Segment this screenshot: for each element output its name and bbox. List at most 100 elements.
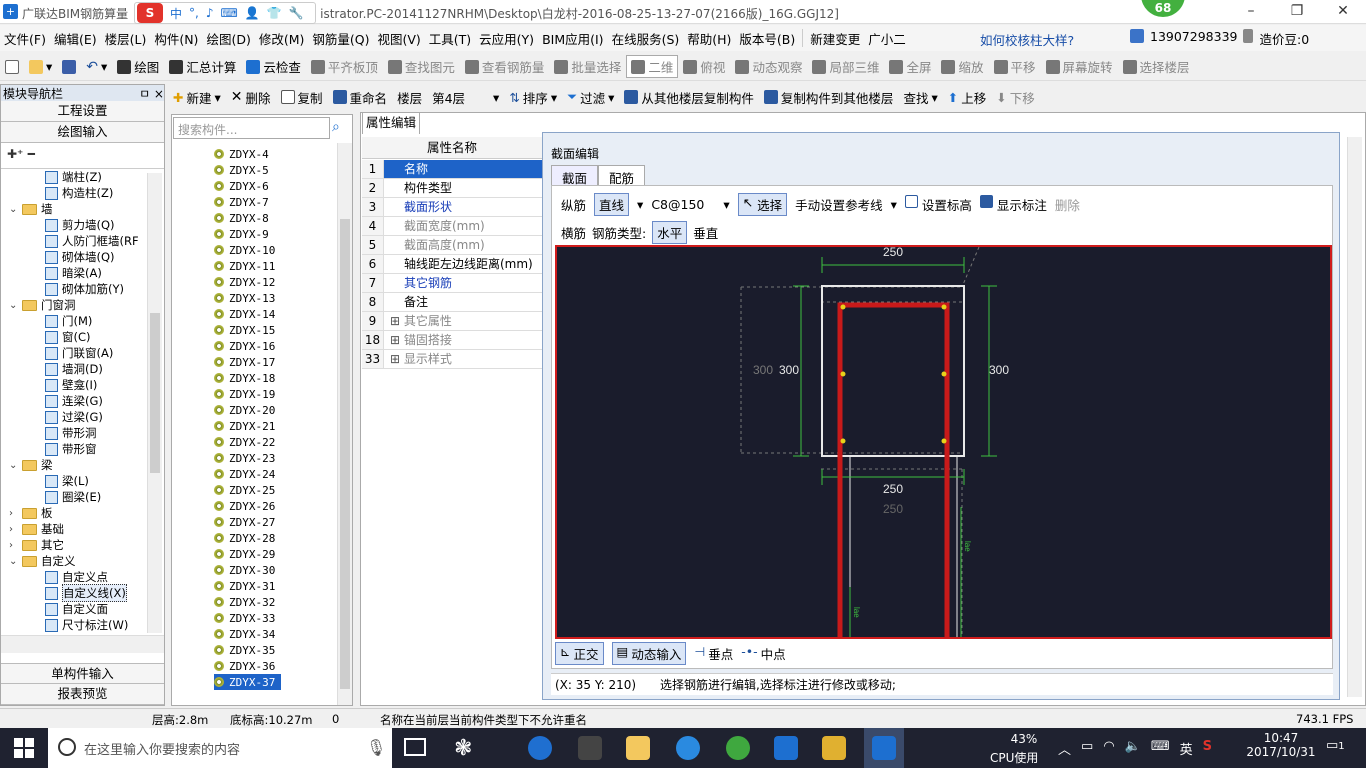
component-item[interactable]: ZDYX-15 [214, 322, 275, 338]
component-item[interactable]: ZDYX-23 [214, 450, 275, 466]
notes-icon[interactable] [822, 736, 846, 760]
dynamic-input-button[interactable]: ▤ 动态输入 [611, 642, 687, 665]
windows-start-icon[interactable] [14, 738, 34, 758]
tree-folder[interactable]: › 板 [9, 505, 53, 521]
copy-to-floor-button[interactable]: 复制构件到其他楼层 [759, 88, 899, 107]
find-button[interactable]: 查找 ▾ [898, 88, 942, 107]
ref-dropdown-icon[interactable]: ▾ [891, 197, 897, 212]
copy-button[interactable]: 复制 [276, 88, 328, 107]
toolbar-button[interactable]: 汇总计算 [164, 57, 241, 76]
toolbar-button[interactable]: 平齐板顶 [306, 57, 383, 76]
notification-icon[interactable]: ▭1 [1326, 738, 1345, 753]
tree-item[interactable]: 墙洞(D) [45, 361, 103, 377]
tree-item[interactable]: 门(M) [45, 313, 92, 329]
component-item[interactable]: ZDYX-28 [214, 530, 275, 546]
cpu-monitor[interactable]: 43% [1004, 732, 1044, 746]
component-item[interactable]: ZDYX-33 [214, 610, 275, 626]
menu-item[interactable]: 修改(M) [255, 29, 309, 48]
line-button[interactable]: 直线 [594, 193, 630, 216]
toolbar-button[interactable]: 查找图元 [383, 57, 460, 76]
dim-left-label[interactable]: 300 [779, 363, 799, 377]
ggj-app-icon[interactable] [872, 736, 896, 760]
expander-icon[interactable]: › [9, 508, 18, 519]
toolbar-button[interactable]: 批量选择 [549, 57, 626, 76]
report-preview-button[interactable]: 报表预览 [1, 684, 164, 705]
tree-item[interactable]: 砌体加筋(Y) [45, 281, 124, 297]
menu-item[interactable]: 广小二 [864, 29, 910, 48]
tree-item[interactable]: 端柱(Z) [45, 169, 102, 185]
explorer-icon[interactable] [626, 736, 650, 760]
component-item[interactable]: ZDYX-7 [214, 194, 269, 210]
menu-item[interactable]: 绘图(D) [202, 29, 254, 48]
menu-item[interactable]: 新建变更 [806, 29, 864, 48]
component-item[interactable]: ZDYX-11 [214, 258, 275, 274]
property-row[interactable]: 5 截面高度(mm) [362, 236, 542, 255]
360-icon[interactable] [726, 736, 750, 760]
expander-icon[interactable]: › [9, 540, 18, 551]
tree-item[interactable]: 窗(C) [45, 329, 91, 345]
mic-icon[interactable]: 🎙 [366, 738, 386, 757]
tree-item[interactable]: 自定义点 [45, 569, 108, 585]
tree-folder[interactable]: ⌄ 门窗洞 [9, 297, 76, 313]
component-item[interactable]: ZDYX-12 [214, 274, 275, 290]
toolbar-button[interactable]: 查看钢筋量 [460, 57, 550, 76]
component-item[interactable]: ZDYX-35 [214, 642, 275, 658]
draw-input-button[interactable]: 绘图输入 [1, 122, 164, 143]
keyboard-icon[interactable]: ⌨ [1151, 739, 1170, 758]
toolbar-button[interactable]: 选择楼层 [1118, 57, 1195, 76]
toolbar-button[interactable]: 俯视 [678, 57, 730, 76]
component-item[interactable]: ZDYX-34 [214, 626, 275, 642]
move-down-button[interactable]: ⬇ 下移 [991, 88, 1040, 107]
expand-collapse-icons[interactable]: ✚⁺ ━ [1, 143, 164, 169]
user-icon[interactable]: 👤 [245, 6, 260, 20]
volume-icon[interactable]: 🔈 [1125, 739, 1141, 758]
menu-item[interactable]: 视图(V) [373, 29, 424, 48]
menu-item[interactable]: 构件(N) [150, 29, 202, 48]
ime-toolbar[interactable]: S 中 °, ♪ ⌨ 👤 👕 🔧 [134, 2, 316, 24]
component-item[interactable]: ZDYX-36 [214, 658, 275, 674]
expand-icon[interactable]: ⊞ [390, 314, 404, 328]
toolbar-button[interactable]: 绘图 [112, 57, 164, 76]
menu-item[interactable]: BIM应用(I) [538, 29, 608, 48]
expander-icon[interactable]: › [9, 524, 18, 535]
active-app-slot[interactable] [864, 728, 904, 768]
component-item[interactable]: ZDYX-16 [214, 338, 275, 354]
toolbar-button[interactable]: 平移 [989, 57, 1041, 76]
minimize-button[interactable]: – [1228, 0, 1274, 24]
expander-icon[interactable]: ⌄ [9, 204, 18, 215]
component-item[interactable]: ZDYX-22 [214, 434, 275, 450]
component-item[interactable]: ZDYX-26 [214, 498, 275, 514]
vertical-button[interactable]: 垂直 [693, 223, 718, 242]
property-row[interactable]: 9 ⊞ 其它属性 [362, 312, 542, 331]
tree-item[interactable]: 梁(L) [45, 473, 89, 489]
toolbar-button[interactable]: 动态观察 [730, 57, 807, 76]
bean-count[interactable]: 造价豆:0 [1259, 29, 1309, 48]
tree-item[interactable]: 暗梁(A) [45, 265, 102, 281]
property-row[interactable]: 1 名称 [362, 160, 542, 179]
delete-button[interactable]: ✕ 删除 [226, 88, 276, 107]
store-icon[interactable] [578, 736, 602, 760]
component-item[interactable]: ZDYX-9 [214, 226, 269, 242]
copy-from-floor-button[interactable]: 从其他楼层复制构件 [619, 88, 759, 107]
close-button[interactable]: ✕ [1320, 0, 1366, 24]
property-row[interactable]: 4 截面宽度(mm) [362, 217, 542, 236]
component-item[interactable]: ZDYX-37 [214, 674, 282, 690]
component-search-input[interactable]: 搜索构件... [173, 117, 330, 139]
new-component-button[interactable]: ✚ 新建 ▾ [168, 88, 226, 107]
maximize-button[interactable]: ❐ [1274, 0, 1320, 24]
menu-item[interactable]: 在线服务(S) [608, 29, 684, 48]
tree-folder[interactable]: › 其它 [9, 537, 64, 553]
fan-app-icon[interactable]: ❃ [454, 736, 472, 761]
mic-icon[interactable]: ♪ [206, 6, 214, 20]
show-dim-button[interactable]: 显示标注 [979, 195, 1047, 214]
tree-folder[interactable]: ⌄ 墙 [9, 201, 53, 217]
menu-item[interactable]: 工具(T) [425, 29, 475, 48]
horizontal-button[interactable]: 水平 [652, 221, 688, 244]
battery-icon[interactable]: ▭ [1081, 739, 1093, 758]
menu-item[interactable]: 文件(F) [0, 29, 50, 48]
delete-rebar-button[interactable]: 删除 [1055, 195, 1080, 214]
line-dropdown-icon[interactable]: ▾ [637, 197, 643, 212]
project-settings-button[interactable]: 工程设置 [1, 101, 164, 122]
component-item[interactable]: ZDYX-32 [214, 594, 275, 610]
ime-mode[interactable]: 中 [170, 5, 182, 22]
